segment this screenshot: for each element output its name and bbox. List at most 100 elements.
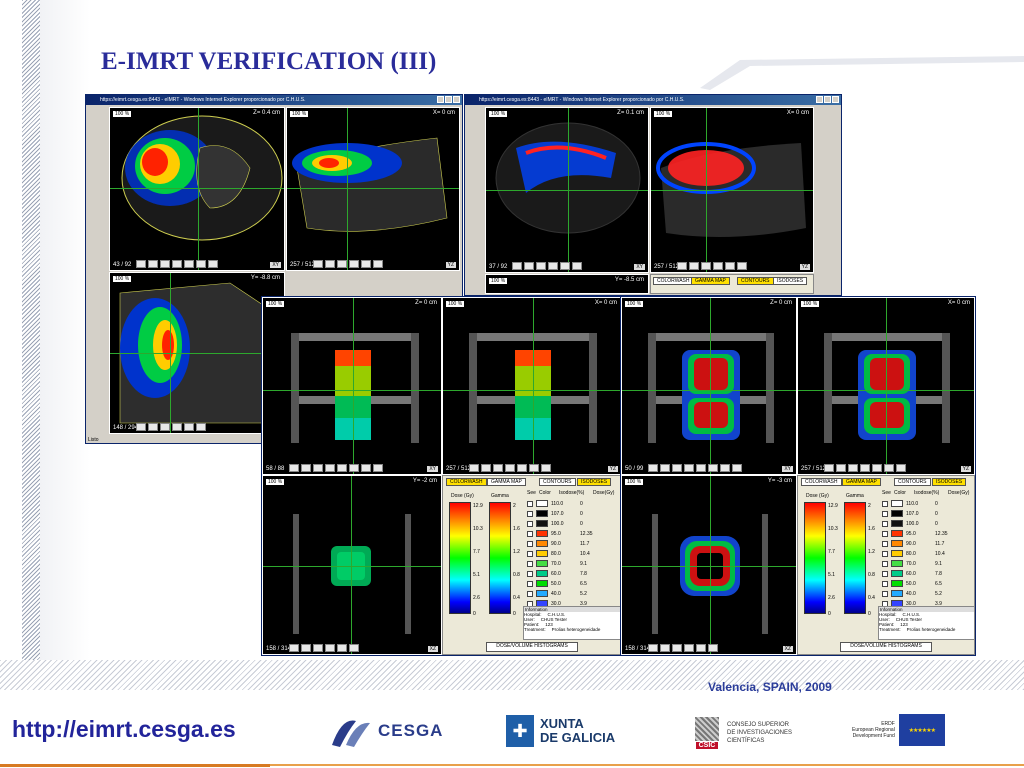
tab-colorwash[interactable]: COLORWASH bbox=[446, 478, 487, 486]
isodose-checkbox[interactable] bbox=[527, 500, 533, 507]
isodose-checkbox[interactable] bbox=[882, 580, 888, 587]
viewer-panel-sagittal[interactable]: 100 % X= 0 cm 257 / 512 YZ bbox=[650, 107, 814, 273]
isodose-row[interactable]: 50.0 6.5 bbox=[882, 579, 942, 588]
isodose-row[interactable]: 110.0 0 bbox=[527, 499, 583, 508]
tab-gamma-map[interactable]: GAMMA MAP bbox=[842, 478, 881, 486]
viewer-panel-axial[interactable]: 100 % Z= 0.1 cm 37 / 92 XY bbox=[485, 107, 649, 273]
playback-controls[interactable] bbox=[648, 644, 718, 652]
viewer-panel-sagittal[interactable]: 100 % X= 0 cm 257 / 512 YZ bbox=[797, 297, 975, 475]
isodose-row[interactable]: 95.0 12.35 bbox=[527, 529, 593, 538]
isodose-row[interactable]: 90.0 11.7 bbox=[527, 539, 589, 548]
maximize-button[interactable] bbox=[824, 96, 831, 103]
isodose-checkbox[interactable] bbox=[527, 590, 533, 597]
playback-controls[interactable] bbox=[136, 423, 206, 431]
zoom-indicator[interactable]: 100 % bbox=[489, 111, 508, 117]
close-button[interactable] bbox=[453, 96, 460, 103]
isodose-row[interactable]: 80.0 10.4 bbox=[527, 549, 590, 558]
isodose-row[interactable]: 50.0 6.5 bbox=[527, 579, 587, 588]
zoom-indicator[interactable]: 100 % bbox=[446, 301, 465, 307]
playback-controls[interactable] bbox=[289, 644, 359, 652]
tab-colorwash[interactable]: COLORWASH bbox=[653, 277, 694, 285]
isodose-checkbox[interactable] bbox=[527, 570, 533, 577]
isodose-row[interactable]: 95.0 12.35 bbox=[882, 529, 948, 538]
axis-button[interactable]: XZ bbox=[782, 646, 793, 652]
tab-contours[interactable]: CONTOURS bbox=[539, 478, 576, 486]
isodose-row[interactable]: 110.0 0 bbox=[882, 499, 938, 508]
zoom-indicator[interactable]: 100 % bbox=[113, 276, 132, 282]
isodose-checkbox[interactable] bbox=[882, 530, 888, 537]
tab-contours[interactable]: CONTOURS bbox=[894, 478, 931, 486]
isodose-checkbox[interactable] bbox=[527, 530, 533, 537]
axis-button[interactable]: XY bbox=[782, 466, 793, 472]
axis-button[interactable]: XY bbox=[270, 262, 281, 268]
axis-button[interactable]: YZ bbox=[607, 466, 618, 472]
viewer-panel-coronal[interactable]: 100 % Y= -8.5 cm bbox=[485, 274, 649, 294]
playback-controls[interactable] bbox=[677, 262, 747, 270]
close-button[interactable] bbox=[832, 96, 839, 103]
axis-button[interactable]: YZ bbox=[960, 466, 971, 472]
tab-contours[interactable]: CONTOURS bbox=[737, 277, 774, 285]
tab-isodoses[interactable]: ISODOSES bbox=[773, 277, 808, 285]
tab-isodoses[interactable]: ISODOSES bbox=[932, 478, 967, 486]
maximize-button[interactable] bbox=[445, 96, 452, 103]
isodose-row[interactable]: 40.0 5.2 bbox=[527, 589, 587, 598]
tab-gamma-map[interactable]: GAMMA MAP bbox=[487, 478, 526, 486]
zoom-indicator[interactable]: 100 % bbox=[113, 111, 132, 117]
isodose-checkbox[interactable] bbox=[882, 510, 888, 517]
axis-button[interactable]: XY bbox=[634, 264, 645, 270]
playback-controls[interactable] bbox=[469, 464, 551, 472]
tab-gamma-map[interactable]: GAMMA MAP bbox=[691, 277, 730, 285]
isodose-checkbox[interactable] bbox=[527, 520, 533, 527]
project-url-link[interactable]: http://eimrt.cesga.es bbox=[12, 716, 236, 743]
isodose-checkbox[interactable] bbox=[882, 540, 888, 547]
isodose-checkbox[interactable] bbox=[527, 550, 533, 557]
isodose-checkbox[interactable] bbox=[882, 560, 888, 567]
playback-controls[interactable] bbox=[313, 260, 383, 268]
minimize-button[interactable] bbox=[816, 96, 823, 103]
viewer-panel-axial[interactable]: 100 % Z= 0 cm 50 / 99 XY bbox=[621, 297, 797, 475]
zoom-indicator[interactable]: 100 % bbox=[290, 111, 309, 117]
isodose-row[interactable]: 100.0 0 bbox=[527, 519, 583, 528]
zoom-indicator[interactable]: 100 % bbox=[266, 301, 285, 307]
isodose-checkbox[interactable] bbox=[527, 510, 533, 517]
zoom-indicator[interactable]: 100 % bbox=[625, 479, 644, 485]
isodose-row[interactable]: 90.0 11.7 bbox=[882, 539, 944, 548]
viewer-panel-sagittal[interactable]: 100 % X= 0 cm 257 / 512 YZ bbox=[286, 107, 460, 271]
dvh-button[interactable]: DOSE/VOLUME HISTOGRAMS bbox=[486, 642, 578, 652]
zoom-indicator[interactable]: 100 % bbox=[266, 479, 285, 485]
playback-controls[interactable] bbox=[824, 464, 906, 472]
tab-isodoses[interactable]: ISODOSES bbox=[577, 478, 612, 486]
viewer-panel-coronal[interactable]: 100 % Y= -8.8 cm 148 / 294 bbox=[109, 272, 285, 434]
axis-button[interactable]: XY bbox=[427, 466, 438, 472]
viewer-panel-coronal[interactable]: 100 % Y= -2 cm 158 / 314 XZ bbox=[262, 475, 442, 655]
isodose-row[interactable]: 60.0 7.8 bbox=[527, 569, 587, 578]
isodose-checkbox[interactable] bbox=[527, 560, 533, 567]
isodose-checkbox[interactable] bbox=[882, 570, 888, 577]
isodose-checkbox[interactable] bbox=[882, 500, 888, 507]
isodose-checkbox[interactable] bbox=[882, 590, 888, 597]
isodose-row[interactable]: 107.0 0 bbox=[527, 509, 583, 518]
zoom-indicator[interactable]: 100 % bbox=[801, 301, 820, 307]
isodose-row[interactable]: 107.0 0 bbox=[882, 509, 938, 518]
playback-controls[interactable] bbox=[512, 262, 582, 270]
zoom-indicator[interactable]: 100 % bbox=[625, 301, 644, 307]
zoom-indicator[interactable]: 100 % bbox=[489, 278, 508, 284]
playback-controls[interactable] bbox=[289, 464, 383, 472]
isodose-row[interactable]: 80.0 10.4 bbox=[882, 549, 945, 558]
tab-colorwash[interactable]: COLORWASH bbox=[801, 478, 842, 486]
isodose-checkbox[interactable] bbox=[527, 580, 533, 587]
isodose-checkbox[interactable] bbox=[527, 540, 533, 547]
viewer-panel-coronal[interactable]: 100 % Y= -3 cm 158 / 314 XZ bbox=[621, 475, 797, 655]
axis-button[interactable]: YZ bbox=[799, 264, 810, 270]
isodose-row[interactable]: 70.0 9.1 bbox=[882, 559, 942, 568]
dvh-button[interactable]: DOSE/VOLUME HISTOGRAMS bbox=[840, 642, 932, 652]
playback-controls[interactable] bbox=[648, 464, 742, 472]
viewer-panel-axial[interactable]: 100 % Z= 0.4 cm 43 / 92 XY bbox=[109, 107, 285, 271]
playback-controls[interactable] bbox=[136, 260, 218, 268]
minimize-button[interactable] bbox=[437, 96, 444, 103]
isodose-row[interactable]: 70.0 9.1 bbox=[527, 559, 587, 568]
axis-button[interactable]: XZ bbox=[427, 646, 438, 652]
isodose-row[interactable]: 60.0 7.8 bbox=[882, 569, 942, 578]
isodose-row[interactable]: 100.0 0 bbox=[882, 519, 938, 528]
axis-button[interactable]: YZ bbox=[445, 262, 456, 268]
